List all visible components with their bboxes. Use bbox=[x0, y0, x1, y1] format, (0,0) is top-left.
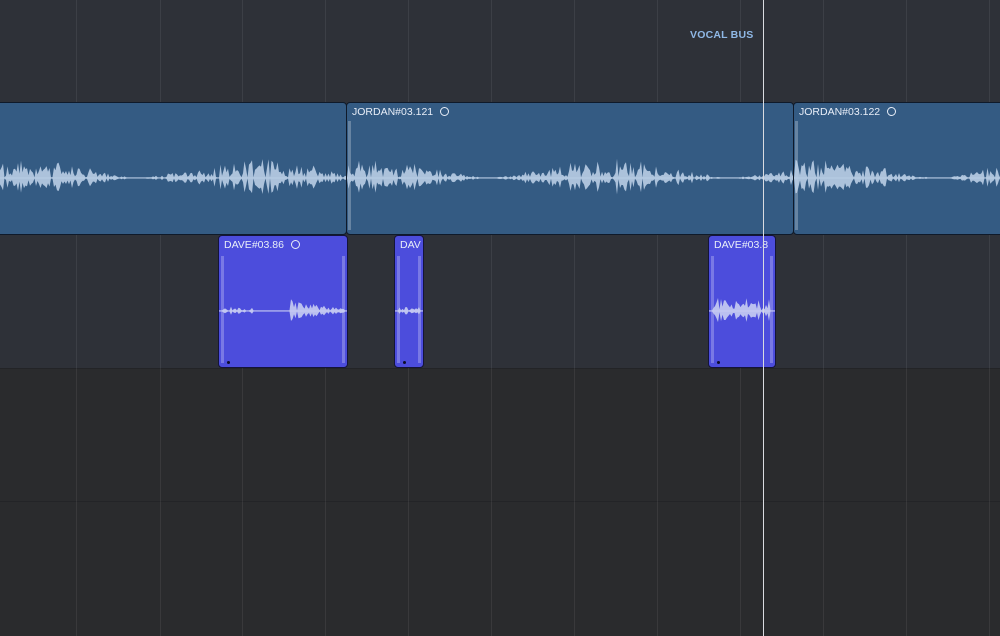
grid-line bbox=[491, 0, 492, 636]
loop-circle-icon[interactable] bbox=[440, 107, 450, 116]
waveform bbox=[709, 298, 775, 323]
waveform-shape bbox=[347, 158, 793, 195]
grid-line bbox=[823, 0, 824, 636]
waveform-shape bbox=[794, 159, 1000, 194]
jordan-region-03-122[interactable]: JORDAN#03.122 bbox=[793, 102, 1000, 235]
grid-line bbox=[574, 0, 575, 636]
grid-line bbox=[657, 0, 658, 636]
dave-region-03-8[interactable]: DAVE#03.8 bbox=[708, 235, 776, 368]
region-name: DAVE#03.86 bbox=[224, 239, 300, 251]
empty-track-lane[interactable] bbox=[0, 369, 1000, 502]
dave-region-short[interactable]: DAV bbox=[394, 235, 424, 368]
waveform bbox=[219, 299, 347, 321]
waveform-shape bbox=[709, 298, 775, 323]
grid-line bbox=[989, 0, 990, 636]
region-name: DAV bbox=[400, 239, 421, 251]
loop-circle-icon[interactable] bbox=[290, 240, 300, 249]
jordan-region-prev[interactable] bbox=[0, 102, 347, 235]
waveform-shape bbox=[219, 299, 347, 321]
dave-region-03-86[interactable]: DAVE#03.86 bbox=[218, 235, 348, 368]
waveform-shape bbox=[0, 159, 346, 194]
vocal-bus-lane[interactable] bbox=[0, 0, 1000, 102]
region-name: JORDAN#03.121 bbox=[352, 106, 450, 118]
waveform bbox=[395, 307, 423, 315]
grid-line bbox=[906, 0, 907, 636]
playhead[interactable] bbox=[763, 0, 764, 636]
empty-track-lane[interactable] bbox=[0, 502, 1000, 636]
region-name: JORDAN#03.122 bbox=[799, 106, 897, 118]
dave-track-lane[interactable] bbox=[0, 235, 1000, 369]
grid-line bbox=[160, 0, 161, 636]
waveform-shape bbox=[395, 307, 423, 315]
grid-line bbox=[76, 0, 77, 636]
region-marker bbox=[403, 361, 406, 364]
region-marker bbox=[227, 361, 230, 364]
jordan-region-03-121[interactable]: JORDAN#03.121 bbox=[346, 102, 794, 235]
loop-circle-icon[interactable] bbox=[887, 107, 897, 116]
waveform bbox=[0, 159, 346, 194]
waveform bbox=[347, 158, 793, 195]
waveform bbox=[794, 159, 1000, 194]
vocal-bus-label: VOCAL BUS bbox=[690, 29, 754, 41]
arrangement-area[interactable]: VOCAL BUS JORDAN#03.121 JORDAN#03.122 DA… bbox=[0, 0, 1000, 636]
region-name: DAVE#03.8 bbox=[714, 239, 769, 251]
region-marker bbox=[717, 361, 720, 364]
